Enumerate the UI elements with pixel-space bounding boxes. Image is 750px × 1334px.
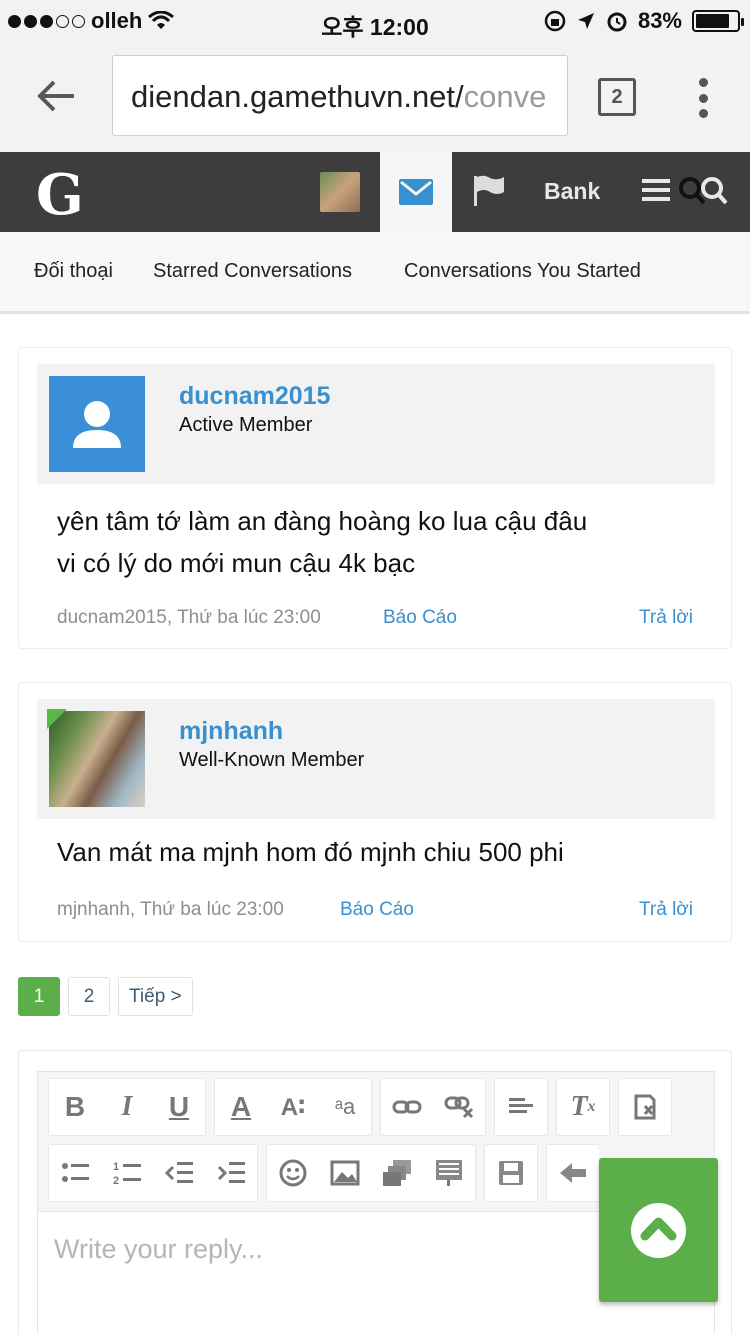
font-size-icon[interactable]: A∶: [267, 1079, 319, 1135]
italic-icon[interactable]: I: [101, 1079, 153, 1135]
page-2-button[interactable]: 2: [68, 977, 110, 1016]
mail-icon: [399, 179, 433, 205]
numbered-list-icon[interactable]: 12: [101, 1145, 153, 1201]
smilie-icon[interactable]: [267, 1145, 319, 1201]
hamburger-menu-icon[interactable]: [642, 178, 670, 202]
reply-link[interactable]: Trả lời: [639, 899, 693, 921]
unlink-icon[interactable]: [433, 1079, 485, 1135]
alarm-icon: [607, 12, 627, 32]
underline-icon[interactable]: U: [153, 1079, 205, 1135]
undo-icon[interactable]: [547, 1145, 599, 1201]
message-line: vi có lý do mới mun cậu 4k bạc: [57, 548, 416, 578]
flag-icon[interactable]: [472, 174, 506, 206]
report-link[interactable]: Báo Cáo: [383, 607, 457, 629]
save-draft-icon[interactable]: [485, 1145, 537, 1201]
indent-icon[interactable]: [205, 1145, 257, 1201]
scroll-to-top-button[interactable]: [599, 1158, 718, 1302]
overflow-menu-icon[interactable]: [696, 78, 710, 118]
media-icon[interactable]: [371, 1145, 423, 1201]
align-icon[interactable]: [495, 1079, 547, 1135]
quote-icon[interactable]: [423, 1145, 475, 1201]
status-bar: olleh 오후 12:00 83%: [0, 0, 750, 40]
url-domain: diendan.gamethuvn.net/: [131, 79, 464, 114]
scroll-top-circle: [631, 1203, 686, 1258]
user-title: Active Member: [179, 414, 313, 436]
message: ducnam2015 Active Member yên tâm tớ làm …: [18, 347, 732, 649]
remove-format-icon[interactable]: Tx: [557, 1079, 609, 1135]
next-page-button[interactable]: Tiếp >: [118, 977, 193, 1016]
site-nav: G Bank: [0, 152, 750, 232]
url-path: conve: [463, 79, 547, 114]
chevron-up-icon: [640, 1217, 677, 1241]
report-link[interactable]: Báo Cáo: [340, 899, 414, 921]
browser-toolbar: diendan.gamethuvn.net/conve 2: [0, 40, 750, 152]
message-meta: ducnam2015, Thứ ba lúc 23:00: [57, 607, 321, 628]
outdent-icon[interactable]: [153, 1145, 205, 1201]
message-line: Van mát ma mjnh hom đó mjnh chiu 500 phi: [57, 837, 564, 867]
online-indicator: [47, 709, 67, 729]
tab-conversations-you-started[interactable]: Conversations You Started: [404, 260, 641, 283]
message-header: mjnhanh Well-Known Member: [37, 699, 715, 819]
user-title: Well-Known Member: [179, 749, 365, 771]
reply-link[interactable]: Trả lời: [639, 607, 693, 629]
message-body: yên tâm tớ làm an đàng hoàng ko lua cậu …: [57, 500, 587, 584]
search-icon[interactable]: [678, 176, 730, 206]
avatar[interactable]: [49, 376, 145, 472]
pagination: 1 2 Tiếp >: [18, 977, 193, 1016]
link-icon[interactable]: [381, 1079, 433, 1135]
toolbar-row: 12: [48, 1144, 599, 1204]
location-icon: [577, 13, 594, 29]
inbox-tab[interactable]: [380, 152, 452, 232]
avatar[interactable]: [47, 709, 145, 807]
svg-text:2: 2: [113, 1175, 119, 1186]
message-body: Van mát ma mjnh hom đó mjnh chiu 500 phi: [57, 831, 564, 873]
reply-placeholder: Write your reply...: [54, 1234, 264, 1264]
message-line: yên tâm tớ làm an đàng hoàng ko lua cậu …: [57, 506, 588, 536]
text-smaller-icon[interactable]: ᵃa: [319, 1079, 371, 1135]
username-link[interactable]: mjnhanh: [179, 717, 283, 746]
user-avatar[interactable]: [320, 172, 360, 212]
message-header: ducnam2015 Active Member: [37, 364, 715, 484]
svg-text:1: 1: [113, 1161, 119, 1173]
text-color-icon[interactable]: A: [215, 1079, 267, 1135]
bank-link[interactable]: Bank: [544, 178, 600, 205]
tab-conversations[interactable]: Đối thoại: [34, 260, 113, 283]
toolbar-row: B I U A A∶ ᵃa T x: [48, 1078, 672, 1138]
image-icon[interactable]: [319, 1145, 371, 1201]
battery-level: [696, 14, 730, 28]
tab-starred-conversations[interactable]: Starred Conversations: [153, 260, 352, 283]
default-user-icon: [73, 401, 121, 448]
tab-switcher-button[interactable]: 2: [598, 78, 636, 116]
site-logo[interactable]: G: [36, 162, 84, 228]
status-icons: 83%: [544, 8, 744, 34]
message-meta: mjnhanh, Thứ ba lúc 23:00: [57, 899, 284, 920]
battery-percent: 83%: [637, 8, 682, 33]
rotation-lock-icon: [544, 10, 566, 32]
bullet-list-icon[interactable]: [49, 1145, 101, 1201]
back-arrow-icon[interactable]: [34, 74, 78, 118]
message: mjnhanh Well-Known Member Van mát ma mjn…: [18, 682, 732, 942]
bold-icon[interactable]: B: [49, 1079, 101, 1135]
url-bar[interactable]: diendan.gamethuvn.net/conve: [112, 55, 568, 136]
battery-icon: [692, 10, 744, 32]
conversation-tabs: Đối thoại Starred Conversations Conversa…: [0, 232, 750, 314]
page-1-button[interactable]: 1: [18, 977, 60, 1016]
username-link[interactable]: ducnam2015: [179, 382, 330, 411]
paste-icon[interactable]: [619, 1079, 671, 1135]
